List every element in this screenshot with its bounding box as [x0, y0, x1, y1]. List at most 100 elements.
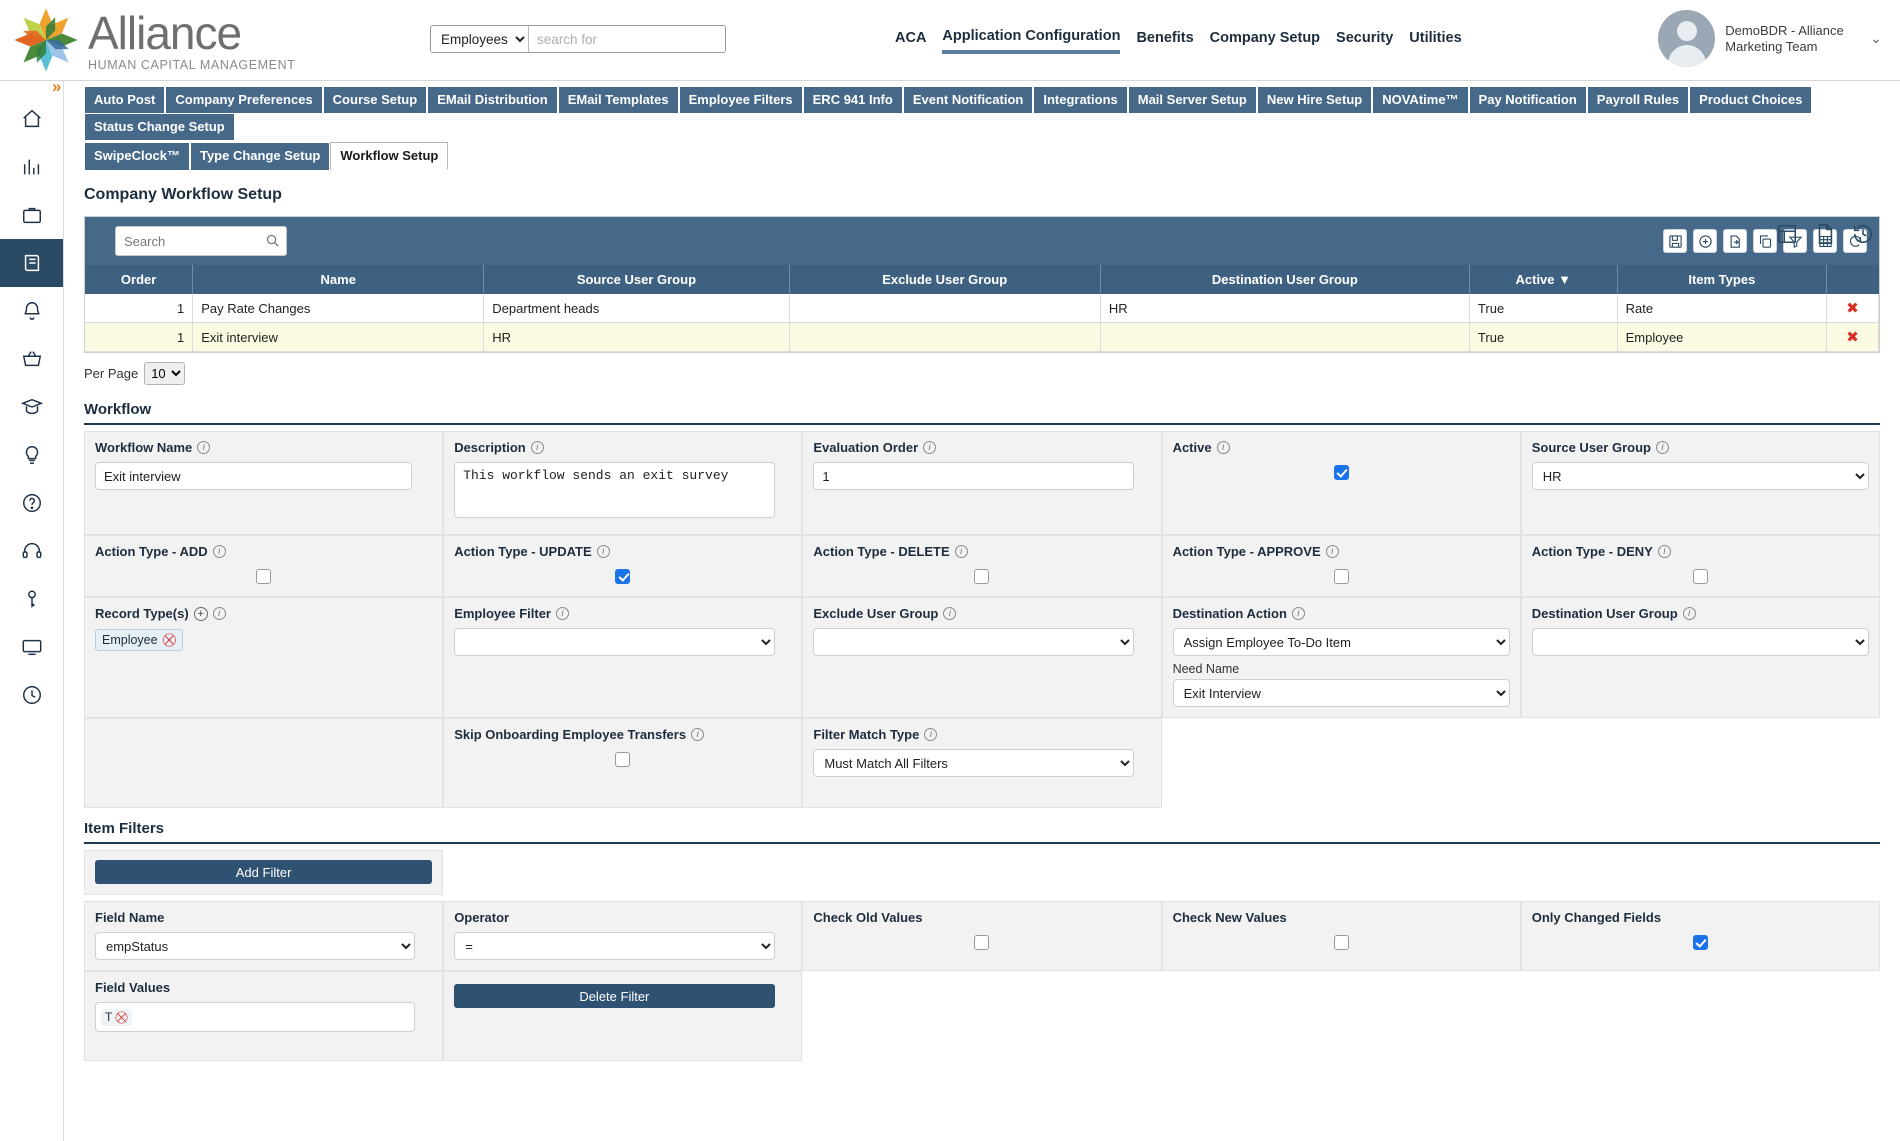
only-changed-fields-checkbox[interactable]: [1692, 935, 1708, 950]
nav-utilities[interactable]: Utilities: [1409, 30, 1461, 52]
table-row[interactable]: 1 Pay Rate Changes Department heads HR T…: [85, 294, 1879, 323]
col-exclude-user-group[interactable]: Exclude User Group: [789, 265, 1101, 294]
config-tabs-row-2[interactable]: SwipeClock™ Type Change Setup Workflow S…: [64, 140, 1900, 170]
nav-aca[interactable]: ACA: [895, 30, 926, 52]
evaluation-order-input[interactable]: [813, 462, 1134, 490]
info-icon[interactable]: i: [924, 728, 938, 741]
info-icon[interactable]: i: [530, 441, 544, 454]
field-values-box[interactable]: T ⛒: [95, 1002, 416, 1032]
add-record-type-icon[interactable]: +: [193, 606, 208, 621]
tab-erc-941-info[interactable]: ERC 941 Info: [802, 86, 903, 113]
sidebar-item-home[interactable]: [0, 95, 63, 143]
employee-filter-select[interactable]: [454, 628, 775, 656]
sidebar-expand-toggle[interactable]: »: [52, 77, 61, 97]
source-user-group-select[interactable]: HR: [1531, 462, 1869, 490]
history-icon[interactable]: [1852, 223, 1874, 245]
save-icon[interactable]: [1663, 229, 1687, 253]
check-old-values-checkbox[interactable]: [974, 935, 990, 950]
description-textarea[interactable]: This workflow sends an exit survey: [454, 462, 775, 518]
sidebar-item-monitor[interactable]: [0, 623, 63, 671]
add-filter-button[interactable]: Add Filter: [95, 860, 433, 884]
tab-auto-post[interactable]: Auto Post: [84, 86, 166, 113]
sidebar-item-graduation[interactable]: [0, 383, 63, 431]
delete-row-icon[interactable]: ✖: [1846, 300, 1859, 317]
info-icon[interactable]: i: [1216, 441, 1230, 454]
field-name-select[interactable]: empStatus: [95, 932, 416, 960]
sidebar-item-key[interactable]: [0, 575, 63, 623]
col-active[interactable]: Active ▼: [1469, 265, 1618, 294]
grid-view-icon[interactable]: [1776, 223, 1798, 245]
info-icon[interactable]: i: [197, 441, 211, 454]
app-logo[interactable]: Alliance HUMAN CAPITAL MANAGEMENT: [0, 4, 295, 76]
info-icon[interactable]: i: [1325, 545, 1339, 558]
sidebar-item-support[interactable]: [0, 527, 63, 575]
remove-chip-icon[interactable]: ⛒: [163, 632, 176, 648]
search-input[interactable]: [529, 26, 725, 52]
user-menu[interactable]: DemoBDR - Alliance Marketing Team ⌄: [1658, 10, 1882, 67]
col-source-user-group[interactable]: Source User Group: [483, 265, 790, 294]
cell-delete[interactable]: ✖: [1826, 294, 1879, 323]
nav-company-setup[interactable]: Company Setup: [1210, 30, 1320, 52]
check-new-values-checkbox[interactable]: [1333, 935, 1349, 950]
add-icon[interactable]: [1693, 229, 1717, 253]
sidebar-item-lightbulb[interactable]: [0, 431, 63, 479]
tab-email-distribution[interactable]: EMail Distribution: [427, 86, 558, 113]
tab-novatime[interactable]: NOVAtime™: [1372, 86, 1469, 113]
sidebar-item-notifications[interactable]: [0, 287, 63, 335]
export-icon[interactable]: [1723, 229, 1747, 253]
tab-company-preferences[interactable]: Company Preferences: [165, 86, 323, 113]
destination-user-group-select[interactable]: [1531, 628, 1869, 656]
tab-new-hire-setup[interactable]: New Hire Setup: [1256, 86, 1373, 113]
document-icon[interactable]: [1814, 223, 1836, 245]
search-scope-select[interactable]: Employees: [431, 26, 529, 52]
info-icon[interactable]: i: [1291, 607, 1305, 620]
tab-email-templates[interactable]: EMail Templates: [557, 86, 679, 113]
global-search[interactable]: Employees: [430, 25, 726, 53]
sidebar-item-basket[interactable]: [0, 335, 63, 383]
grid-search-input[interactable]: [115, 226, 287, 256]
col-destination-user-group[interactable]: Destination User Group: [1100, 265, 1470, 294]
tab-status-change-setup[interactable]: Status Change Setup: [84, 113, 235, 140]
delete-filter-button[interactable]: Delete Filter: [454, 984, 775, 1008]
active-checkbox[interactable]: [1333, 465, 1349, 480]
delete-row-icon[interactable]: ✖: [1846, 329, 1859, 346]
chevron-down-icon[interactable]: ⌄: [1870, 30, 1882, 47]
tab-integrations[interactable]: Integrations: [1033, 86, 1128, 113]
info-icon[interactable]: i: [691, 728, 705, 741]
per-page-control[interactable]: Per Page 10: [84, 362, 1900, 385]
info-icon[interactable]: i: [1682, 607, 1696, 620]
grid-search-wrapper[interactable]: [115, 226, 287, 256]
nav-benefits[interactable]: Benefits: [1136, 30, 1193, 52]
record-type-chip[interactable]: Employee ⛒: [95, 629, 183, 651]
tab-swipeclock[interactable]: SwipeClock™: [84, 142, 190, 170]
workflow-name-input[interactable]: [95, 462, 412, 490]
tab-mail-server-setup[interactable]: Mail Server Setup: [1127, 86, 1257, 113]
skip-onboarding-checkbox[interactable]: [615, 752, 631, 767]
action-deny-checkbox[interactable]: [1692, 569, 1708, 584]
need-name-select[interactable]: Exit Interview: [1172, 679, 1510, 707]
table-row[interactable]: 1 Exit interview HR True Employee ✖: [85, 322, 1879, 352]
info-icon[interactable]: i: [212, 607, 226, 620]
tab-course-setup[interactable]: Course Setup: [322, 86, 428, 113]
nav-security[interactable]: Security: [1336, 30, 1393, 52]
info-icon[interactable]: i: [556, 607, 569, 620]
config-tabs-row-1[interactable]: Auto Post Company Preferences Course Set…: [64, 81, 1900, 140]
sidebar-item-briefcase[interactable]: [0, 191, 63, 239]
filter-match-type-select[interactable]: Must Match All Filters: [813, 749, 1134, 777]
field-value-chip[interactable]: T ⛒: [101, 1008, 132, 1026]
info-icon[interactable]: i: [1655, 441, 1669, 454]
per-page-select[interactable]: 10: [144, 362, 186, 385]
operator-select[interactable]: =: [454, 932, 775, 960]
col-item-types[interactable]: Item Types: [1617, 265, 1828, 294]
tab-payroll-rules[interactable]: Payroll Rules: [1586, 86, 1690, 113]
tab-type-change-setup[interactable]: Type Change Setup: [189, 142, 331, 170]
sidebar-item-book[interactable]: [0, 239, 63, 287]
sidebar-item-analytics[interactable]: [0, 143, 63, 191]
action-add-checkbox[interactable]: [256, 569, 272, 584]
tab-pay-notification[interactable]: Pay Notification: [1468, 86, 1587, 113]
tab-workflow-setup[interactable]: Workflow Setup: [330, 142, 449, 170]
tab-event-notification[interactable]: Event Notification: [902, 86, 1034, 113]
info-icon[interactable]: i: [954, 545, 968, 558]
sidebar-item-clock[interactable]: [0, 671, 63, 719]
main-navigation[interactable]: ACA Application Configuration Benefits C…: [895, 28, 1462, 54]
